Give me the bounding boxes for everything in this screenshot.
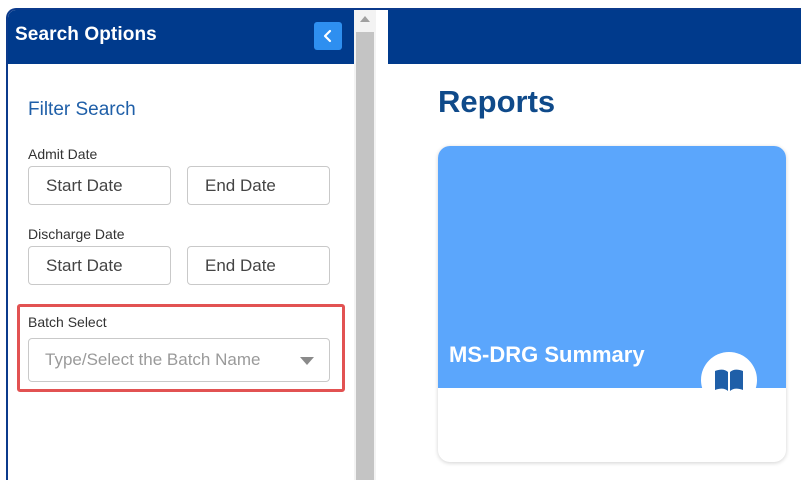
admit-date-label: Admit Date [28,146,98,162]
dropdown-caret-icon [300,357,314,365]
report-card-icon-badge[interactable] [701,352,757,408]
batch-select-dropdown[interactable]: Type/Select the Batch Name [28,338,330,382]
report-card-ms-drg-summary[interactable]: MS-DRG Summary [438,146,786,462]
sidebar-title: Search Options [15,24,157,45]
sidebar-header: Search Options [8,10,354,64]
admit-end-date-input[interactable] [187,166,330,205]
report-card-title: MS-DRG Summary [449,342,645,367]
scrollbar-thumb[interactable] [356,32,374,480]
page-title: Reports [438,84,556,119]
batch-select-placeholder: Type/Select the Batch Name [45,350,261,369]
panel-gap [376,10,388,480]
main-header-bar [388,10,801,64]
scroll-up-arrow-icon[interactable] [360,16,370,22]
book-icon [715,369,743,391]
sidebar-scrollbar[interactable] [354,10,376,480]
chevron-left-icon [323,29,332,43]
discharge-date-label: Discharge Date [28,226,125,242]
batch-select-label: Batch Select [28,314,107,330]
search-options-panel: Search Options Filter Search Admit Date … [8,10,354,480]
filter-search-heading: Filter Search [28,99,136,120]
discharge-end-date-input[interactable] [187,246,330,285]
admit-start-date-input[interactable] [28,166,171,205]
discharge-start-date-input[interactable] [28,246,171,285]
collapse-sidebar-button[interactable] [314,22,342,50]
